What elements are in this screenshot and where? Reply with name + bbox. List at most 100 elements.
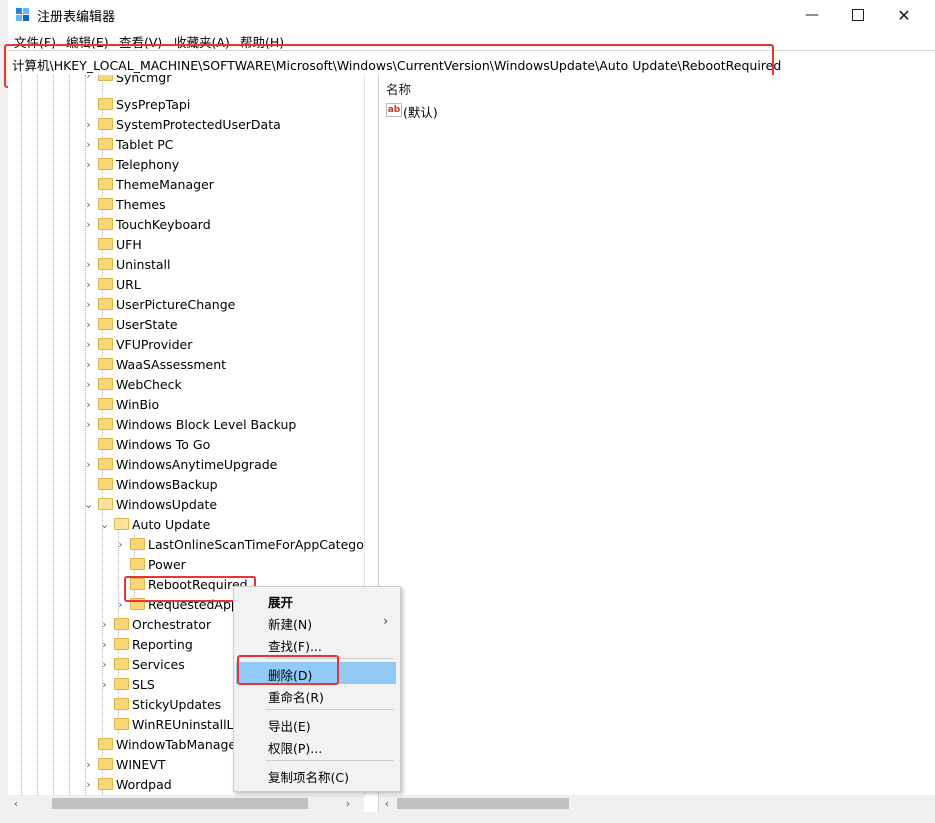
tree-node-18[interactable]: › WindowsAnytimeUpgrade xyxy=(8,455,364,475)
tree-node-label: WaaSAssessment xyxy=(116,357,227,372)
minimize-button[interactable]: — xyxy=(789,0,835,30)
tree-node-6[interactable]: › TouchKeyboard xyxy=(8,215,364,235)
tree-node-17[interactable]: Windows To Go xyxy=(8,435,364,455)
tree-node-label: SysPrepTapi xyxy=(116,97,191,112)
menu-view[interactable]: 查看(V) xyxy=(119,32,162,51)
tree-node-auto-update-child-1[interactable]: Power xyxy=(8,555,364,575)
values-horizontal-scrollbar[interactable]: ‹ xyxy=(379,795,935,812)
expand-chevron-icon[interactable]: › xyxy=(100,679,109,691)
folder-icon xyxy=(98,758,113,770)
tree-node-13[interactable]: › WaaSAssessment xyxy=(8,355,364,375)
tree-node-label: WindowsUpdate xyxy=(116,497,218,512)
menu-item-permissions[interactable]: 权限(P)... xyxy=(236,735,396,757)
tree-node-15[interactable]: › WinBio xyxy=(8,395,364,415)
tree-node-16[interactable]: › Windows Block Level Backup xyxy=(8,415,364,435)
tree-node-3[interactable]: › Telephony xyxy=(8,155,364,175)
menu-item-export[interactable]: 导出(E) xyxy=(236,713,396,735)
expand-chevron-icon[interactable]: › xyxy=(84,259,93,271)
expand-chevron-icon[interactable]: › xyxy=(116,599,125,611)
expand-chevron-icon[interactable]: › xyxy=(84,339,93,351)
folder-icon xyxy=(114,658,129,670)
tree-node-windowsupdate[interactable]: ⌄ WindowsUpdate xyxy=(8,495,364,515)
values-pane[interactable]: 名称 ab (默认) xyxy=(379,75,935,795)
tree-node-12[interactable]: › VFUProvider xyxy=(8,335,364,355)
expand-chevron-icon[interactable]: › xyxy=(84,199,93,211)
tree-node-8[interactable]: › Uninstall xyxy=(8,255,364,275)
menu-item-new[interactable]: 新建(N) › xyxy=(236,611,396,633)
maximize-button[interactable] xyxy=(835,0,881,30)
tree-horizontal-scrollbar[interactable]: ‹ › xyxy=(8,795,364,812)
menu-help[interactable]: 帮助(H) xyxy=(240,32,284,51)
tree-node-label: Reporting xyxy=(132,637,193,652)
tree-node-2[interactable]: › Tablet PC xyxy=(8,135,364,155)
tree-node-19[interactable]: WindowsBackup xyxy=(8,475,364,495)
values-hscroll-thumb[interactable] xyxy=(397,798,569,809)
expand-chevron-icon[interactable]: › xyxy=(84,419,93,431)
menu-separator xyxy=(266,709,394,710)
tree-node-11[interactable]: › UserState xyxy=(8,315,364,335)
menu-item-rename[interactable]: 重命名(R) xyxy=(236,684,396,706)
expand-chevron-icon[interactable]: › xyxy=(84,379,93,391)
expand-chevron-icon[interactable]: › xyxy=(116,539,125,551)
menu-favorites[interactable]: 收藏夹(A) xyxy=(174,32,230,51)
close-button[interactable]: ✕ xyxy=(881,0,927,30)
collapse-chevron-icon[interactable]: ⌄ xyxy=(100,519,109,531)
tree-node-label: WindowsAnytimeUpgrade xyxy=(116,457,278,472)
scroll-right-icon[interactable]: › xyxy=(342,797,354,810)
tree-node-5[interactable]: › Themes xyxy=(8,195,364,215)
tree-node-4[interactable]: ThemeManager xyxy=(8,175,364,195)
column-header-name[interactable]: 名称 xyxy=(386,79,411,98)
folder-icon xyxy=(114,618,129,630)
expand-chevron-icon[interactable]: › xyxy=(84,219,93,231)
tree-node-label: Wordpad xyxy=(116,777,172,792)
folder-icon xyxy=(114,718,129,730)
menu-item-delete[interactable]: 删除(D) xyxy=(236,662,396,684)
expand-chevron-icon[interactable]: › xyxy=(84,119,93,131)
folder-icon xyxy=(98,158,113,170)
folder-icon xyxy=(98,178,113,190)
expand-chevron-icon[interactable]: › xyxy=(84,459,93,471)
tree-node-14[interactable]: › WebCheck xyxy=(8,375,364,395)
folder-icon xyxy=(98,258,113,270)
folder-icon xyxy=(98,778,113,790)
tree-node-auto-update[interactable]: ⌄ Auto Update xyxy=(8,515,364,535)
tree-node-label: VFUProvider xyxy=(116,337,193,352)
menu-item-find[interactable]: 查找(F)... xyxy=(236,633,396,655)
menu-edit[interactable]: 编辑(E) xyxy=(66,32,109,51)
expand-chevron-icon[interactable]: › xyxy=(100,639,109,651)
expand-chevron-icon[interactable]: › xyxy=(84,279,93,291)
tree-node-10[interactable]: › UserPictureChange xyxy=(8,295,364,315)
folder-icon xyxy=(98,378,113,390)
expand-chevron-icon[interactable]: › xyxy=(84,299,93,311)
expand-chevron-icon[interactable]: › xyxy=(84,759,93,771)
expand-chevron-icon[interactable]: › xyxy=(84,159,93,171)
folder-icon xyxy=(98,458,113,470)
status-bar xyxy=(8,812,935,823)
expand-chevron-icon[interactable]: › xyxy=(84,359,93,371)
expand-chevron-icon[interactable]: › xyxy=(84,139,93,151)
menu-item-copy-key-name[interactable]: 复制项名称(C) xyxy=(236,764,396,786)
menu-item-expand[interactable]: 展开 xyxy=(236,589,396,611)
folder-icon xyxy=(98,438,113,450)
menu-file[interactable]: 文件(F) xyxy=(14,32,56,51)
window-title: 注册表编辑器 xyxy=(37,10,116,25)
values-scroll-left-icon[interactable]: ‹ xyxy=(381,797,393,810)
default-value-name[interactable]: (默认) xyxy=(403,102,438,121)
expand-chevron-icon[interactable]: › xyxy=(84,779,93,791)
tree-node-auto-update-child-0[interactable]: › LastOnlineScanTimeForAppCategory xyxy=(8,535,372,555)
tree-node-7[interactable]: UFH xyxy=(8,235,364,255)
expand-chevron-icon[interactable]: › xyxy=(100,619,109,631)
tree-hscroll-thumb[interactable] xyxy=(52,798,308,809)
tree-node-9[interactable]: › URL xyxy=(8,275,364,295)
tree-node-1[interactable]: › SystemProtectedUserData xyxy=(8,115,364,135)
collapse-chevron-icon[interactable]: ⌄ xyxy=(84,499,93,511)
tree-node-0[interactable]: SysPrepTapi xyxy=(8,95,364,115)
address-path[interactable]: 计算机\HKEY_LOCAL_MACHINE\SOFTWARE\Microsof… xyxy=(12,55,781,74)
expand-chevron-icon[interactable]: › xyxy=(84,319,93,331)
tree-node-label: TouchKeyboard xyxy=(116,217,211,232)
expand-chevron-icon[interactable]: › xyxy=(100,659,109,671)
address-bar[interactable]: 计算机\HKEY_LOCAL_MACHINE\SOFTWARE\Microsof… xyxy=(8,50,935,76)
tree-node-syncmgr[interactable]: › Syncmgr xyxy=(8,75,364,95)
scroll-left-icon[interactable]: ‹ xyxy=(10,797,22,810)
expand-chevron-icon[interactable]: › xyxy=(84,399,93,411)
